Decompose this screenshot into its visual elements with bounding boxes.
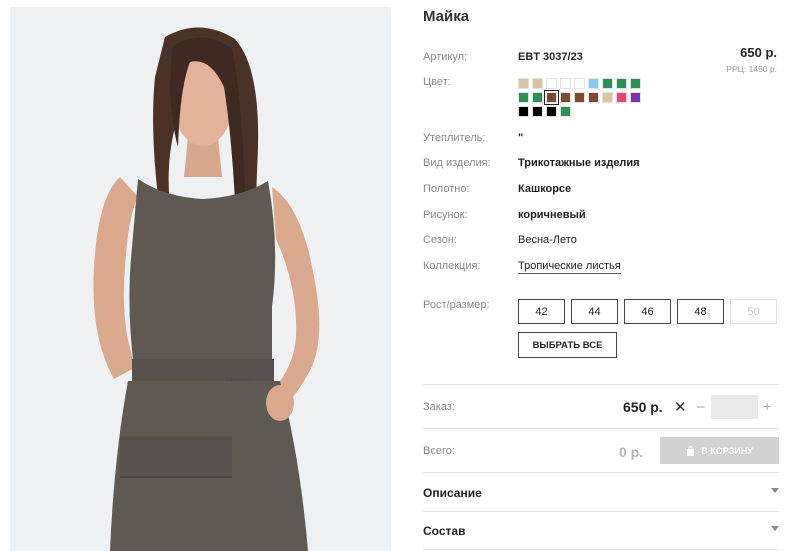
swatch-row xyxy=(518,106,668,117)
product-price: 650 р. xyxy=(740,45,777,60)
total-label: Всего: xyxy=(423,445,455,457)
season-value: Весна-Лето xyxy=(518,234,577,246)
model-illustration xyxy=(10,7,391,551)
divider xyxy=(423,384,779,385)
divider xyxy=(423,511,779,512)
color-swatch[interactable] xyxy=(560,92,571,103)
color-swatch[interactable] xyxy=(574,78,585,89)
color-swatch[interactable] xyxy=(630,78,641,89)
size-options: 42 44 46 48 50 xyxy=(518,299,777,324)
color-swatch[interactable] xyxy=(588,92,599,103)
article-label: Артикул: xyxy=(423,51,468,63)
size-button-50: 50 xyxy=(730,299,777,324)
product-photo[interactable] xyxy=(10,7,391,551)
type-value: Трикотажные изделия xyxy=(518,157,640,169)
color-swatch[interactable] xyxy=(532,92,543,103)
color-swatch[interactable] xyxy=(518,92,529,103)
bag-icon xyxy=(687,445,695,456)
color-swatch[interactable] xyxy=(602,78,613,89)
color-swatch[interactable] xyxy=(588,78,599,89)
article-value: EBT 3037/23 xyxy=(518,51,583,63)
fabric-value: Кашкорсе xyxy=(518,183,572,195)
order-label: Заказ: xyxy=(423,401,455,413)
type-label: Вид изделия: xyxy=(423,157,491,169)
color-swatch[interactable] xyxy=(546,106,557,117)
insulation-value: " xyxy=(518,132,524,144)
divider xyxy=(423,472,779,473)
divider xyxy=(423,428,779,429)
size-label: Рост/размер: xyxy=(423,299,490,311)
insulation-label: Утеплитель: xyxy=(423,132,486,144)
color-swatch[interactable] xyxy=(546,78,557,89)
color-swatch[interactable] xyxy=(560,106,571,117)
quantity-plus-button[interactable]: + xyxy=(763,398,771,414)
color-swatch[interactable] xyxy=(602,92,613,103)
fabric-label: Полотно: xyxy=(423,183,470,195)
size-button-46[interactable]: 46 xyxy=(624,299,671,324)
select-all-button[interactable]: ВЫБРАТЬ ВСЕ xyxy=(518,332,617,358)
product-title: Майка xyxy=(423,8,470,25)
collection-link[interactable]: Тропические листья xyxy=(518,260,621,274)
color-swatch[interactable] xyxy=(518,106,529,117)
composition-accordion[interactable]: Состав xyxy=(423,524,779,538)
swatch-row xyxy=(518,90,668,105)
size-button-44[interactable]: 44 xyxy=(571,299,618,324)
color-swatch[interactable] xyxy=(616,92,627,103)
product-info-panel: Майка Артикул: EBT 3037/23 650 р. РРЦ: 1… xyxy=(423,0,779,551)
quantity-minus-button[interactable]: – xyxy=(697,398,705,415)
color-swatch[interactable] xyxy=(560,78,571,89)
pattern-value: коричневый xyxy=(518,209,586,221)
color-swatch[interactable] xyxy=(518,78,529,89)
color-swatch[interactable] xyxy=(532,106,543,117)
rrc-price: РРЦ: 1450 р. xyxy=(726,64,777,74)
times-icon: ✕ xyxy=(674,399,687,416)
color-swatch[interactable] xyxy=(532,78,543,89)
swatch-row xyxy=(518,78,668,89)
size-button-48[interactable]: 48 xyxy=(677,299,724,324)
chevron-down-icon xyxy=(771,526,779,531)
quantity-input[interactable] xyxy=(711,395,758,419)
add-to-cart-button[interactable]: В КОРЗИНУ xyxy=(660,437,779,464)
composition-title: Состав xyxy=(423,524,466,538)
description-title: Описание xyxy=(423,486,482,500)
color-label: Цвет: xyxy=(423,76,451,88)
chevron-down-icon xyxy=(771,488,779,493)
color-swatch[interactable] xyxy=(630,92,641,103)
description-accordion[interactable]: Описание xyxy=(423,486,779,500)
divider xyxy=(423,549,779,550)
color-swatch[interactable] xyxy=(544,90,559,105)
order-price: 650 р. xyxy=(623,399,663,415)
collection-label: Коллекция: xyxy=(423,260,481,272)
pattern-label: Рисунок: xyxy=(423,209,468,221)
season-label: Сезон: xyxy=(423,234,457,246)
color-swatch[interactable] xyxy=(574,92,585,103)
color-swatch[interactable] xyxy=(616,78,627,89)
add-to-cart-label: В КОРЗИНУ xyxy=(701,445,753,456)
color-swatches xyxy=(518,78,668,120)
total-value: 0 р. xyxy=(619,444,644,460)
size-button-42[interactable]: 42 xyxy=(518,299,565,324)
